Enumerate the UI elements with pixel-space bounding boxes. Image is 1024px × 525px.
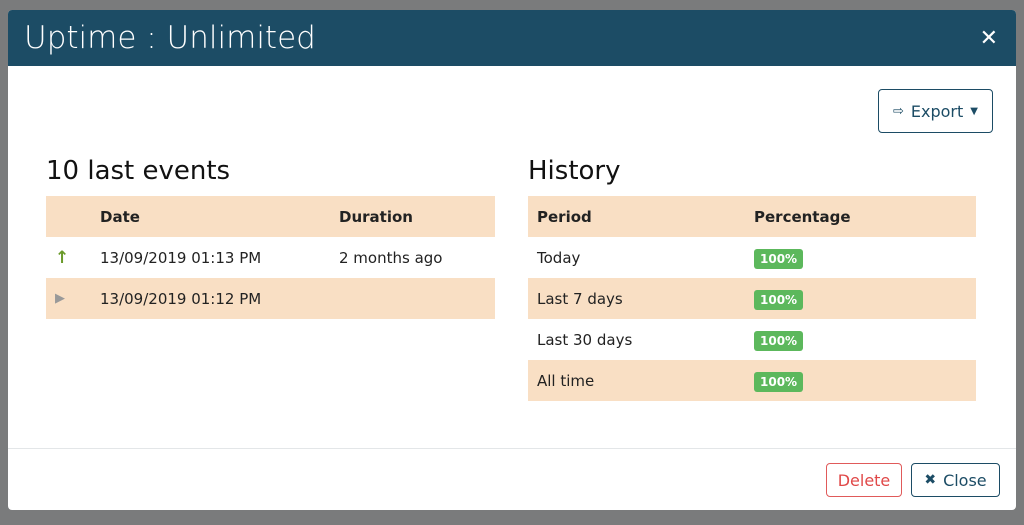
uptime-modal: Uptime : Unlimited ✕ ⇨ Export ▼ 10 last …: [8, 10, 1016, 510]
col-percentage: Percentage: [754, 196, 976, 237]
table-row: All time 100%: [528, 360, 976, 401]
caret-down-icon: ▼: [970, 105, 978, 117]
export-dropdown-button[interactable]: ⇨ Export ▼: [878, 89, 993, 133]
export-label: Export: [910, 101, 964, 121]
table-row: ▶ 13/09/2019 01:12 PM: [46, 278, 495, 319]
table-row: ↑ 13/09/2019 01:13 PM 2 months ago: [46, 237, 495, 278]
event-duration: [339, 278, 495, 319]
close-icon: ✖: [924, 472, 937, 488]
close-label: Close: [943, 470, 987, 490]
event-date: 13/09/2019 01:12 PM: [100, 278, 339, 319]
delete-button[interactable]: Delete: [826, 463, 902, 497]
period: All time: [528, 360, 754, 401]
history-title: History: [528, 156, 621, 186]
events-section: 10 last events Date Duration ↑ 13/09/201…: [46, 156, 495, 319]
export-icon: ⇨: [893, 103, 904, 119]
arrow-up-icon: ↑: [55, 247, 70, 268]
event-duration: 2 months ago: [339, 248, 443, 267]
table-row: Last 30 days 100%: [528, 319, 976, 360]
history-table: Period Percentage Today 100% Last 7 days 1…: [528, 196, 976, 401]
close-icon[interactable]: ✕: [980, 26, 998, 51]
event-date: 13/09/2019 01:13 PM: [100, 248, 262, 267]
modal-header: Uptime : Unlimited ✕: [8, 10, 1016, 66]
period: Last 30 days: [537, 330, 633, 349]
percentage-badge: 100%: [754, 289, 804, 310]
events-table: Date Duration ↑ 13/09/2019 01:13 PM 2 mo…: [46, 196, 495, 319]
percentage-badge: 100%: [754, 248, 804, 269]
col-date: Date: [100, 196, 339, 237]
period: Today: [537, 248, 581, 267]
close-button[interactable]: ✖ Close: [911, 463, 1000, 497]
period: Last 7 days: [528, 278, 754, 319]
table-row: Last 7 days 100%: [528, 278, 976, 319]
play-icon: ▶: [46, 278, 100, 319]
percentage-badge: 100%: [754, 330, 804, 351]
events-title: 10 last events: [46, 156, 231, 186]
percentage-badge: 100%: [754, 371, 804, 392]
col-duration: Duration: [339, 196, 495, 237]
modal-title: Uptime : Unlimited: [24, 20, 316, 56]
table-row: Today 100%: [528, 237, 976, 278]
footer-divider: [8, 448, 1016, 449]
history-section: History Period Percentage Today 100% Last…: [528, 156, 976, 401]
col-icon: [46, 196, 100, 237]
col-period: Period: [528, 196, 754, 237]
